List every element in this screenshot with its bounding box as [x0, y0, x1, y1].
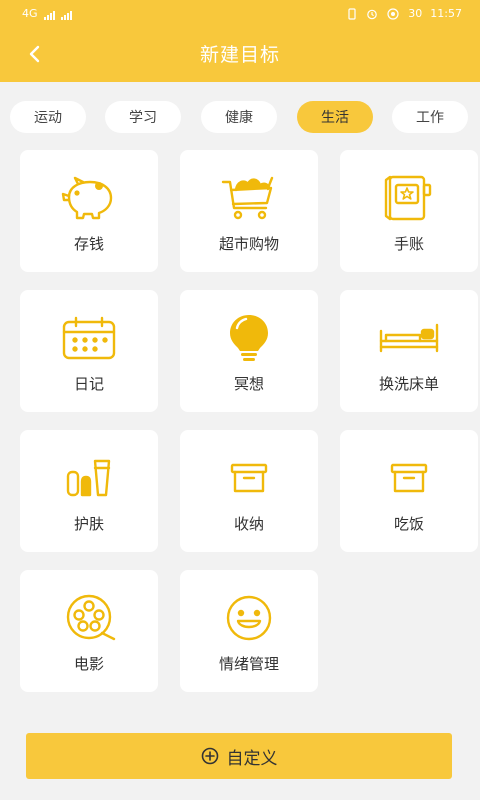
- tab-study[interactable]: 学习: [105, 101, 181, 133]
- status-left: 4G: [22, 7, 72, 20]
- status-bar: 4G 30 11:57: [0, 0, 480, 28]
- battery-level: 30: [408, 7, 423, 20]
- signal-icon-2: [60, 10, 72, 20]
- tab-sports[interactable]: 运动: [10, 101, 86, 133]
- status-right: 30 11:57: [346, 7, 462, 20]
- storage-box-icon: [180, 452, 318, 504]
- food-box-icon: [340, 452, 478, 504]
- goal-label: 收纳: [233, 515, 264, 533]
- light-bulb-icon: [180, 312, 318, 364]
- goal-card-supermarket-shopping[interactable]: 超市购物: [180, 150, 318, 272]
- category-tabs: 运动 学习 健康 生活 工作: [0, 101, 480, 135]
- goal-label: 换洗床单: [378, 375, 439, 393]
- goal-label: 电影: [73, 655, 104, 673]
- goal-label: 超市购物: [218, 235, 279, 253]
- calendar-icon: [20, 312, 158, 364]
- skincare-icon: [20, 452, 158, 504]
- goal-card-storage[interactable]: 收纳: [180, 430, 318, 552]
- goal-card-meditation[interactable]: 冥想: [180, 290, 318, 412]
- goal-label: 手账: [393, 235, 424, 253]
- goal-card-diary[interactable]: 日记: [20, 290, 158, 412]
- goal-card-movie[interactable]: 电影: [20, 570, 158, 692]
- wifi-icon: [387, 7, 399, 20]
- custom-goal-label: 自定义: [226, 748, 278, 769]
- goal-card-emotion-management[interactable]: 情绪管理: [180, 570, 318, 692]
- goal-card-change-bedsheet[interactable]: 换洗床单: [340, 290, 478, 412]
- smiley-face-icon: [180, 592, 318, 644]
- goal-label: 吃饭: [393, 515, 424, 533]
- goal-label: 冥想: [233, 375, 264, 393]
- custom-goal-button[interactable]: 自定义: [26, 733, 452, 779]
- page-title: 新建目标: [199, 44, 280, 66]
- goal-label: 情绪管理: [218, 655, 279, 673]
- header-bar: 4G 30 11:57 新建目标: [0, 0, 480, 82]
- plus-circle-icon: [201, 747, 218, 765]
- tab-life[interactable]: 生活: [297, 101, 373, 133]
- vibrate-icon: [348, 7, 356, 20]
- goal-label: 日记: [73, 375, 104, 393]
- tab-work[interactable]: 工作: [392, 101, 468, 133]
- goal-card-journal[interactable]: 手账: [340, 150, 478, 272]
- goal-card-save-money[interactable]: 存钱: [20, 150, 158, 272]
- goal-card-eating[interactable]: 吃饭: [340, 430, 478, 552]
- status-time: 11:57: [430, 7, 462, 20]
- network-type-label: 4G: [22, 7, 38, 20]
- journal-icon: [340, 172, 478, 224]
- goal-label: 存钱: [73, 235, 104, 253]
- alarm-icon: [367, 9, 378, 19]
- bed-icon: [340, 312, 478, 364]
- film-reel-icon: [20, 592, 158, 644]
- goal-label: 护肤: [73, 515, 104, 533]
- tab-health[interactable]: 健康: [201, 101, 277, 133]
- shopping-cart-icon: [180, 172, 318, 224]
- goal-card-skincare[interactable]: 护肤: [20, 430, 158, 552]
- piggy-bank-icon: [20, 172, 158, 224]
- signal-icon: [43, 10, 55, 20]
